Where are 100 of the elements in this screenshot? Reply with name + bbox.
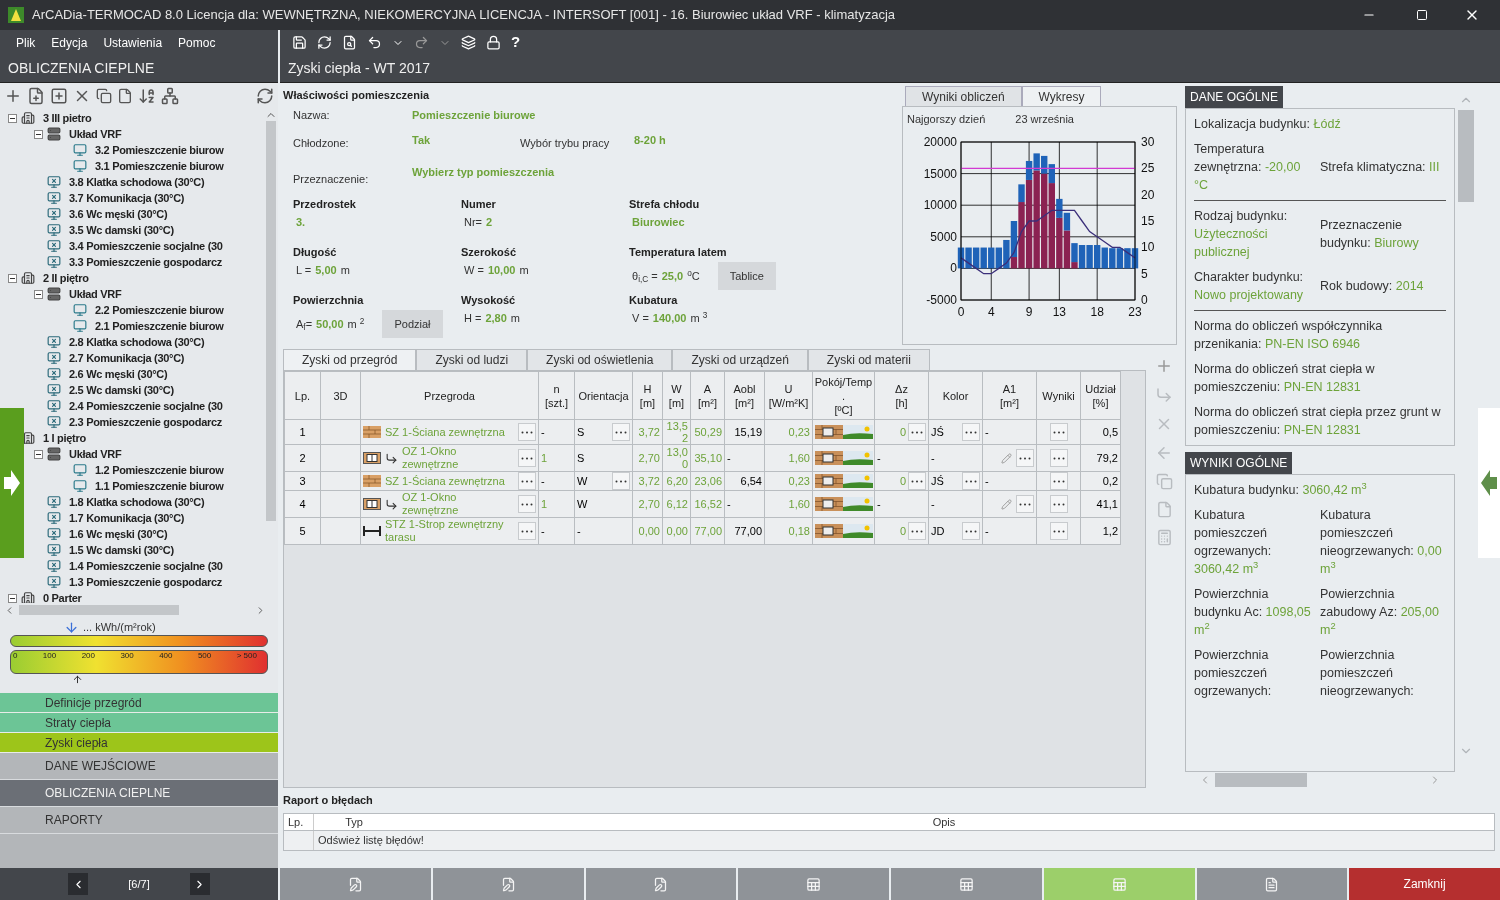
page-icon[interactable] <box>117 88 133 104</box>
tree-item[interactable]: 3.2 Pomieszczenie biurow <box>95 141 224 159</box>
tab[interactable]: Wykresy <box>1021 86 1102 106</box>
expander[interactable] <box>8 593 17 603</box>
more-button[interactable] <box>1016 449 1034 467</box>
pencil-icon[interactable] <box>1001 498 1012 510</box>
add-page-icon[interactable] <box>27 87 45 105</box>
network-icon[interactable] <box>161 87 179 105</box>
tab[interactable]: Zyski od przegród <box>283 349 417 370</box>
section-button[interactable]: DANE WEJŚCIOWE <box>0 753 278 780</box>
tree-item[interactable]: 1.2 Pomieszczenie biurow <box>95 461 224 479</box>
tree-item[interactable]: 2.2 Pomieszczenie biurow <box>95 301 224 319</box>
tree-item[interactable]: 3.3 Pomieszczenie gospodarcz <box>69 253 222 271</box>
expand-tab[interactable] <box>1478 408 1500 558</box>
expander[interactable] <box>34 129 43 139</box>
tree-item[interactable]: 3.4 Pomieszczenie socjalne (30 <box>69 237 223 255</box>
toolbar-button[interactable] <box>738 868 889 900</box>
menu-item[interactable]: Ustawienia <box>103 33 163 52</box>
more-button[interactable] <box>908 423 926 441</box>
tree-item[interactable]: 3.5 Wc damski (30°C) <box>69 221 174 239</box>
tree-item[interactable]: 1.7 Komunikacja (30°C) <box>69 509 185 527</box>
add-icon[interactable] <box>4 87 22 105</box>
tab[interactable]: Zyski od oświetlenia <box>527 349 673 370</box>
tree-item[interactable]: 3.6 Wc męski (30°C) <box>69 205 168 223</box>
more-button[interactable] <box>518 423 536 441</box>
tree-item[interactable]: 2.4 Pomieszczenie socjalne (30 <box>69 397 223 415</box>
expander[interactable] <box>34 449 43 459</box>
pencil-icon[interactable] <box>1001 452 1012 464</box>
more-button[interactable] <box>1049 495 1068 513</box>
calculator-icon[interactable] <box>1155 529 1173 546</box>
more-button[interactable] <box>518 495 536 513</box>
more-button[interactable] <box>612 472 630 490</box>
help-button[interactable]: ? <box>511 31 521 54</box>
undo-icon[interactable] <box>367 35 382 50</box>
tree-item[interactable]: 2.1 Pomieszczenie biurow <box>95 317 224 335</box>
more-button[interactable] <box>908 522 926 540</box>
scrollbar-thumb[interactable] <box>19 605 179 615</box>
tree-item[interactable]: 2.3 Pomieszczenie gospodarcz <box>69 413 222 431</box>
section-button[interactable]: RAPORTY <box>0 807 278 834</box>
previous-button[interactable] <box>68 873 89 895</box>
tree-item[interactable]: 3.7 Komunikacja (30°C) <box>69 189 185 207</box>
more-button[interactable] <box>1016 495 1034 513</box>
scrollbar-thumb[interactable] <box>1215 773 1307 787</box>
more-button[interactable] <box>518 522 536 540</box>
toolbar-button[interactable] <box>1196 868 1348 900</box>
toolbar-button[interactable] <box>280 868 431 900</box>
toolbar-button[interactable] <box>1043 868 1195 900</box>
nav-item[interactable]: Zyski ciepła <box>0 733 278 753</box>
more-button[interactable] <box>962 522 980 540</box>
tab[interactable]: Zyski od materii <box>807 349 930 370</box>
tree-item[interactable]: Układ VRF <box>69 125 122 143</box>
copy-icon[interactable] <box>96 88 112 104</box>
tab[interactable]: Zyski od urządzeń <box>672 349 808 370</box>
more-button[interactable] <box>962 423 980 441</box>
close-button[interactable]: Zamknij <box>1349 868 1500 900</box>
tree-item[interactable]: 2.8 Klatka schodowa (30°C) <box>69 333 205 351</box>
nav-item[interactable]: Definicje przegród <box>0 693 278 713</box>
expander[interactable] <box>8 273 17 283</box>
tree-item[interactable]: 1.5 Wc damski (30°C) <box>69 541 174 559</box>
tree-item[interactable]: 3 III pietro <box>43 109 92 127</box>
more-button[interactable] <box>1049 522 1068 540</box>
tree-item[interactable]: 3.1 Pomieszczenie biurow <box>95 157 224 175</box>
expand-tab[interactable] <box>0 408 24 558</box>
save-icon[interactable] <box>292 35 307 50</box>
field-button[interactable]: Podział <box>382 310 443 338</box>
maximize-icon[interactable] <box>1416 9 1428 21</box>
tree-item[interactable]: 3.8 Klatka schodowa (30°C) <box>69 173 205 191</box>
section-button[interactable]: OBLICZENIA CIEPLNE <box>0 780 278 807</box>
tree-item[interactable]: 2 II piętro <box>43 269 89 287</box>
add-icon[interactable] <box>1155 357 1173 375</box>
sort-icon[interactable] <box>138 87 156 105</box>
tree-item[interactable]: 0 Parter <box>43 589 82 603</box>
more-button[interactable] <box>518 449 536 467</box>
tree-item[interactable]: 2.6 Wc męski (30°C) <box>69 365 168 383</box>
toolbar-button[interactable] <box>891 868 1042 900</box>
tree-item[interactable]: 1.1 Pomieszczenie biurow <box>95 477 224 495</box>
more-button[interactable] <box>908 472 926 490</box>
redo-icon[interactable] <box>414 35 429 50</box>
more-button[interactable] <box>1049 449 1068 467</box>
next-button[interactable] <box>189 873 210 895</box>
more-button[interactable] <box>612 423 630 441</box>
field-button[interactable]: Tablice <box>717 262 776 290</box>
expander[interactable] <box>8 113 17 123</box>
refresh-icon[interactable] <box>317 35 332 50</box>
tree-item[interactable]: 1 I piętro <box>43 429 86 447</box>
insert-icon[interactable] <box>1155 386 1173 404</box>
more-button[interactable] <box>1049 472 1068 490</box>
tree-item[interactable]: 1.4 Pomieszczenie socjalne (30 <box>69 557 223 575</box>
more-button[interactable] <box>962 472 980 490</box>
expander[interactable] <box>34 289 43 299</box>
menu-item[interactable]: Plik <box>16 33 36 52</box>
tree-item[interactable]: 1.8 Klatka schodowa (30°C) <box>69 493 205 511</box>
toolbar-button[interactable] <box>432 868 584 900</box>
tab[interactable]: Wyniki obliczeń <box>905 86 1022 106</box>
add-frame-icon[interactable] <box>50 87 68 105</box>
tab[interactable]: Zyski od ludzi <box>416 349 528 370</box>
tree-item[interactable]: 1.3 Pomieszczenie gospodarcz <box>69 573 222 591</box>
more-button[interactable] <box>518 472 536 490</box>
lock-icon[interactable] <box>486 35 501 50</box>
tree-item[interactable]: 1.6 Wc męski (30°C) <box>69 525 168 543</box>
